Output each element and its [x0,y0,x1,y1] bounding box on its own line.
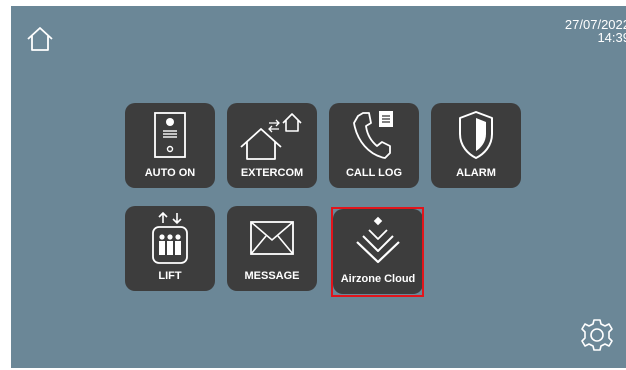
extercom-button[interactable]: EXTERCOM [227,103,317,188]
envelope-icon [250,221,294,255]
message-button[interactable]: MESSAGE [227,206,317,291]
time-text: 14:39 [597,30,626,45]
door-panel-icon [154,112,186,158]
tile-label: EXTERCOM [240,167,304,179]
elevator-icon [152,211,188,264]
auto-on-button[interactable]: AUTO ON [125,103,215,188]
alarm-button[interactable]: ALARM [431,103,521,188]
lift-button[interactable]: LIFT [125,206,215,291]
settings-button[interactable] [580,318,614,352]
shield-icon [459,111,493,159]
gear-icon [581,319,613,351]
tile-label: CALL LOG [345,167,402,179]
call-log-button[interactable]: CALL LOG [329,103,419,188]
selection-highlight [331,207,424,297]
intercom-home-screen: 27/07/2022 14:39 AUTO ON EXTERCOM [11,6,626,368]
extercom-icon [240,113,302,160]
tile-label: LIFT [158,270,182,282]
home-button[interactable] [26,26,54,52]
tile-label: ALARM [456,167,496,179]
phone-icon [353,111,393,159]
tile-label: MESSAGE [244,270,300,282]
tile-label: AUTO ON [144,167,196,179]
date-time-display: 27/07/2022 14:39 [565,18,626,44]
home-icon [27,27,53,51]
